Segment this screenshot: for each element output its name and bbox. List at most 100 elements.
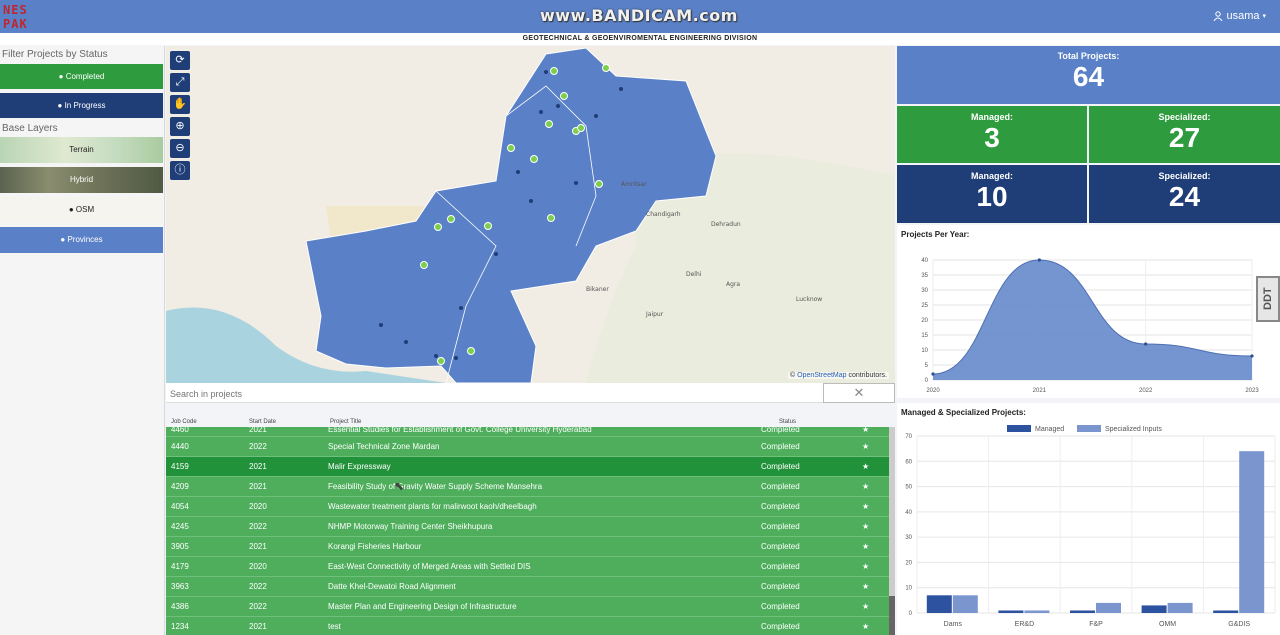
x-tick-label: Dams [944, 621, 963, 628]
map-place-label: Bikaner [586, 286, 609, 293]
zoom-in-icon[interactable]: ⊕ [170, 117, 190, 136]
table-row[interactable]: 4159 2021 Malir Expressway Completed ★ [166, 457, 889, 477]
job-code-cell: 1234 [171, 622, 189, 631]
search-input[interactable] [170, 386, 810, 401]
star-icon[interactable]: ★ [862, 557, 869, 576]
managed-specialized-chart: 0 10 20 30 40 50 60 70 Dams ER&D F&P OMM G&DIS Manage… [905, 425, 1276, 628]
refresh-icon[interactable]: ⟳ [170, 51, 190, 70]
star-icon[interactable]: ★ [862, 497, 869, 516]
bar-0-2 [1070, 610, 1095, 613]
map-place-label: Chandigarh [646, 211, 681, 218]
filter-completed-button[interactable]: ● Completed [0, 64, 163, 89]
map-place-label: Delhi [686, 271, 702, 278]
y-tick-label: 5 [925, 363, 929, 369]
x-tick-label: 2021 [1033, 388, 1047, 394]
attribution-link[interactable]: OpenStreetMap [797, 372, 846, 379]
project-title-cell: test [328, 622, 341, 631]
bar-1-2 [1096, 602, 1121, 613]
legend-swatch [1077, 425, 1101, 432]
star-icon[interactable]: ★ [862, 517, 869, 536]
x-tick-label: 2020 [926, 388, 940, 394]
table-row[interactable]: 4245 2022 NHMP Motorway Training Center Sh… [166, 517, 889, 537]
star-icon[interactable]: ★ [862, 437, 869, 456]
y-tick-label: 15 [921, 333, 928, 339]
start-date-cell: 2020 [249, 502, 267, 511]
status-cell: Completed [761, 522, 800, 531]
top-bar: NES PAK www.BANDICAM.com usama ▾ [0, 0, 1280, 33]
nespak-logo[interactable]: NES PAK [2, 3, 52, 31]
mouse-cursor-icon: ⬉ [394, 479, 405, 493]
projects-table: 4460 2021 Essential Studies for Establishm… [166, 427, 889, 635]
left-panel: Filter Projects by Status ● Completed ● … [0, 46, 165, 635]
status-cell: Completed [761, 482, 800, 491]
project-title-cell: Feasibility Study of Gravity Water Suppl… [328, 482, 543, 491]
table-row[interactable]: 4179 2020 East-West Connectivity of Merged… [166, 557, 889, 577]
table-row[interactable]: 3905 2021 Korangi Fisheries Harbour Complet… [166, 537, 889, 557]
completed-managed-label: Managed: [970, 112, 1013, 122]
project-title-cell: Special Technical Zone Mardan [328, 442, 440, 451]
star-icon[interactable]: ★ [862, 427, 869, 434]
ddt-side-tab[interactable]: DDT [1256, 276, 1280, 322]
managed-specialized-panel: Managed & Specialized Projects: 0 10 20 30 4… [897, 403, 1280, 635]
project-title-cell: East-West Connectivity of Merged Areas w… [328, 562, 531, 571]
bar-1-0 [952, 595, 978, 613]
x-tick-label: ER&D [1015, 621, 1034, 628]
star-icon[interactable]: ★ [862, 617, 869, 635]
status-cell: Completed [761, 622, 800, 631]
user-menu[interactable]: usama ▾ [1213, 10, 1266, 22]
table-scrollbar-thumb[interactable] [889, 596, 895, 635]
project-title-cell: Datte Khel-Dewatoi Road Alignment [328, 582, 456, 591]
layer-hybrid-button[interactable]: Hybrid [0, 167, 163, 193]
job-code-cell: 4054 [171, 502, 189, 511]
bar-1-1 [1024, 610, 1050, 613]
table-row[interactable]: 4386 2022 Master Plan and Engineering Desi… [166, 597, 889, 617]
info-icon[interactable]: ⓘ [170, 161, 190, 180]
in-progress-managed-value: 10 [976, 181, 1008, 212]
project-map[interactable]: Amritsar Chandigarh Dehradun Delhi Jaipu… [166, 46, 895, 383]
expand-icon[interactable]: ⤢ [170, 73, 190, 92]
data-point [931, 372, 935, 376]
bandicam-watermark: www.BANDICAM.com [540, 6, 738, 25]
table-row[interactable]: 3963 2022 Datte Khel-Dewatoi Road Alignmen… [166, 577, 889, 597]
svg-text:NES: NES [3, 3, 28, 17]
star-icon[interactable]: ★ [862, 537, 869, 556]
close-icon[interactable]: ✕ [823, 383, 895, 403]
star-icon[interactable]: ★ [862, 477, 869, 496]
zoom-out-icon[interactable]: ⊖ [170, 139, 190, 158]
project-title-cell: Wastewater treatment plants for malirwoo… [328, 502, 537, 511]
star-icon[interactable]: ★ [862, 457, 869, 476]
layer-osm-button[interactable]: ● OSM [0, 197, 163, 223]
status-cell: Completed [761, 602, 800, 611]
layer-provinces-label: Provinces [67, 235, 103, 244]
filter-in-progress-label: In Progress [64, 101, 106, 110]
x-tick-label: 2023 [1245, 388, 1259, 394]
y-tick-label: 70 [905, 434, 912, 440]
search-bar: ✕ [166, 383, 895, 403]
star-icon[interactable]: ★ [862, 577, 869, 596]
job-code-cell: 3963 [171, 582, 189, 591]
star-icon[interactable]: ★ [862, 597, 869, 616]
attribution-suffix: contributors. [846, 372, 887, 379]
hand-icon[interactable]: ✋ [170, 95, 190, 114]
legend-swatch [1007, 425, 1031, 432]
y-tick-label: 40 [921, 258, 928, 264]
layer-terrain-button[interactable]: Terrain [0, 137, 163, 163]
table-row[interactable]: 4209 2021 Feasibility Study of Gravity Wat… [166, 477, 889, 497]
layer-hybrid-label: Hybrid [69, 175, 94, 184]
table-row[interactable]: 4440 2022 Special Technical Zone Mardan Com… [166, 437, 889, 457]
status-cell: Completed [761, 582, 800, 591]
table-row[interactable]: 1234 2021 test Completed ★ [166, 617, 889, 635]
filter-in-progress-button[interactable]: ● In Progress [0, 93, 163, 118]
bar-0-1 [998, 610, 1024, 613]
y-tick-label: 25 [921, 303, 928, 309]
table-row[interactable]: 4054 2020 Wastewater treatment plants for … [166, 497, 889, 517]
status-cell: Completed [761, 427, 800, 434]
table-row[interactable]: 4460 2021 Essential Studies for Establishm… [166, 427, 889, 437]
job-code-cell: 4245 [171, 522, 189, 531]
start-date-cell: 2021 [249, 427, 267, 434]
x-tick-label: G&DIS [1228, 621, 1250, 628]
legend-label: Specialized Inputs [1105, 426, 1162, 433]
status-cell: Completed [761, 502, 800, 511]
layer-provinces-button[interactable]: ● Provinces [0, 227, 163, 253]
map-place-label: Amritsar [621, 181, 647, 188]
